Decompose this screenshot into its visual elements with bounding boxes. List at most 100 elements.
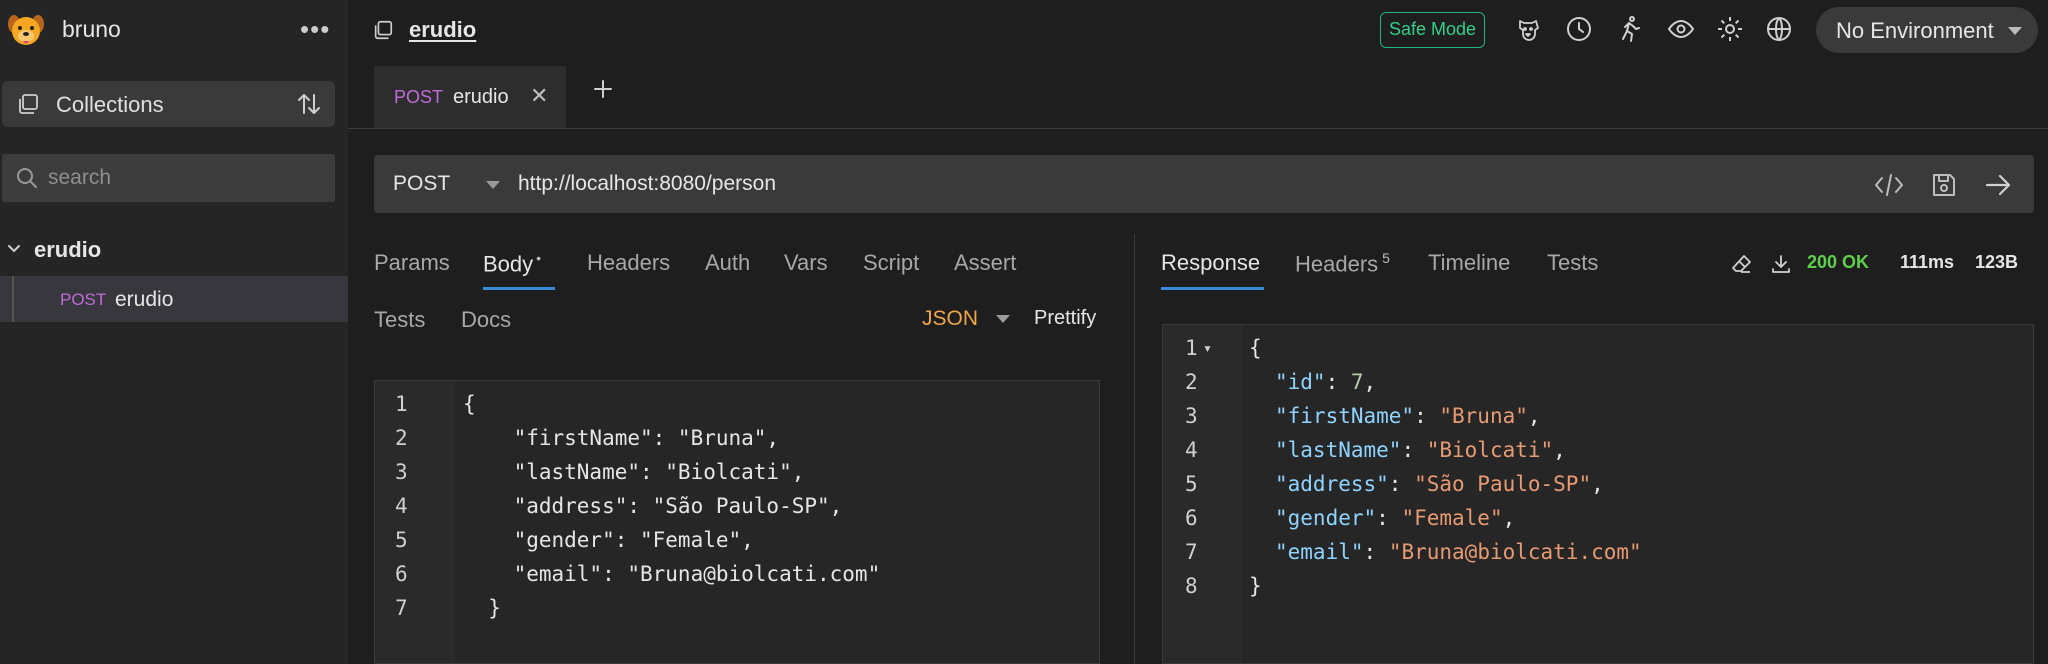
environment-select[interactable]: No Environment	[1816, 7, 2038, 53]
method-select[interactable]: POST	[393, 172, 450, 196]
json-field-line: "email": "Bruna@biolcati.com"	[1275, 540, 1642, 564]
collection-tree-item[interactable]: erudio	[34, 237, 101, 263]
request-name: erudio	[115, 288, 174, 311]
tab-assert[interactable]: Assert	[954, 250, 1016, 276]
collection-title[interactable]: erudio	[409, 17, 476, 43]
line-number: 6	[1185, 506, 1198, 530]
sort-icon[interactable]	[296, 91, 322, 117]
code-line: "email": "Bruna@biolcati.com"	[463, 562, 881, 586]
code-line: }	[1249, 574, 1262, 598]
json-field-line: "address": "São Paulo-SP",	[1275, 472, 1604, 496]
response-time: 111ms	[1900, 252, 1955, 272]
json-comma: ,	[1527, 404, 1541, 428]
bruno-dog-icon[interactable]	[1514, 15, 1542, 43]
eye-icon[interactable]	[1667, 15, 1695, 43]
response-size: 123B	[1975, 252, 2019, 272]
active-tab-indicator	[483, 287, 555, 290]
tab-response-tests[interactable]: Tests	[1547, 250, 1598, 276]
caret-down-icon[interactable]	[996, 315, 1010, 323]
caret-down-icon[interactable]	[486, 181, 500, 189]
request-tab[interactable]: POST erudio ✕	[374, 66, 566, 128]
caret-down-icon	[2008, 27, 2022, 35]
tab-timeline[interactable]: Timeline	[1428, 250, 1510, 276]
line-number: 5	[395, 528, 408, 552]
json-comma: ,	[1502, 506, 1516, 530]
chevron-down-icon[interactable]	[6, 241, 22, 257]
tab-response[interactable]: Response	[1161, 250, 1260, 276]
tab-headers[interactable]: Headers	[587, 250, 670, 276]
save-icon[interactable]	[1930, 171, 1958, 199]
gear-icon[interactable]	[1716, 15, 1744, 43]
url-input[interactable]: http://localhost:8080/person	[518, 172, 776, 196]
line-number: 3	[1185, 404, 1198, 428]
json-field-line: "lastName": "Biolcati",	[1275, 438, 1566, 462]
tab-vars[interactable]: Vars	[784, 250, 828, 276]
headers-count-badge: 5	[1382, 250, 1390, 266]
tab-body[interactable]: Body •	[483, 250, 541, 277]
method-badge: POST	[394, 87, 444, 107]
runner-icon[interactable]	[1616, 15, 1644, 43]
tab-tests[interactable]: Tests	[374, 307, 425, 333]
tab-params[interactable]: Params	[374, 250, 450, 276]
line-number: 1	[1185, 336, 1198, 360]
sidebar: bruno ••• Collections e	[0, 0, 348, 664]
modified-indicator: •	[536, 250, 542, 266]
request-tree-item[interactable]: POST erudio	[0, 276, 348, 322]
line-number: 8	[1185, 574, 1198, 598]
pane-divider[interactable]	[1134, 234, 1135, 664]
safe-mode-toggle[interactable]: Safe Mode	[1380, 12, 1486, 48]
send-arrow-icon[interactable]	[1984, 172, 2012, 198]
download-icon[interactable]	[1770, 253, 1792, 275]
json-comma: ,	[1553, 438, 1566, 462]
url-bar: POST http://localhost:8080/person	[374, 155, 2034, 213]
json-value: "Female"	[1401, 506, 1503, 530]
line-number-gutter: 1 ▾ 2 3 4 5 6 7 8	[1163, 325, 1243, 663]
request-tab-label: erudio	[453, 86, 509, 108]
line-number: 3	[395, 460, 408, 484]
code-line: "address": "São Paulo-SP",	[463, 494, 843, 518]
request-body-editor[interactable]: 1 2 3 4 5 6 7 { "firstName": "Bruna", "l…	[374, 380, 1100, 664]
search-input[interactable]	[48, 154, 328, 202]
json-field-line: "firstName": "Bruna",	[1275, 404, 1541, 428]
json-key: "id"	[1275, 370, 1326, 394]
line-number: 4	[1185, 438, 1198, 462]
json-comma: ,	[1591, 472, 1604, 496]
line-number: 4	[395, 494, 408, 518]
json-key: "address"	[1275, 472, 1389, 496]
json-value: "Bruna@biolcati.com"	[1388, 540, 1642, 564]
line-number: 5	[1185, 472, 1198, 496]
environment-label: No Environment	[1836, 18, 1994, 43]
more-options-icon[interactable]: •••	[300, 14, 330, 45]
json-field-line: "gender": "Female",	[1275, 506, 1516, 530]
tab-script[interactable]: Script	[863, 250, 919, 276]
code-line: "gender": "Female",	[463, 528, 754, 552]
tab-auth[interactable]: Auth	[705, 250, 750, 276]
search-icon	[16, 167, 38, 189]
json-comma: ,	[1363, 370, 1377, 394]
eraser-icon[interactable]	[1731, 253, 1753, 275]
json-value: 7	[1350, 370, 1364, 394]
line-number-gutter: 1 2 3 4 5 6 7	[375, 381, 455, 663]
code-line: }	[463, 596, 501, 620]
tab-response-headers-label: Headers	[1295, 251, 1379, 277]
clock-icon[interactable]	[1565, 15, 1593, 43]
tab-response-headers[interactable]: Headers 5	[1295, 250, 1390, 277]
line-number: 2	[1185, 370, 1198, 394]
response-body-viewer[interactable]: 1 ▾ 2 3 4 5 6 7 8 { "id": 7, "firstName"…	[1162, 324, 2034, 664]
code-icon[interactable]	[1874, 172, 1904, 198]
json-field-line: "id": 7,	[1275, 370, 1377, 394]
bruno-logo-icon	[6, 10, 46, 50]
globe-icon[interactable]	[1765, 15, 1793, 43]
prettify-button[interactable]: Prettify	[1034, 307, 1096, 330]
code-line: "firstName": "Bruna",	[463, 426, 780, 450]
collections-button[interactable]: Collections	[2, 81, 335, 127]
json-key: "gender"	[1275, 506, 1377, 530]
tab-docs[interactable]: Docs	[461, 307, 511, 333]
plus-icon[interactable]	[592, 78, 614, 100]
active-tab-indicator	[1161, 287, 1264, 290]
body-mode-select[interactable]: JSON	[922, 307, 978, 331]
collections-label: Collections	[56, 92, 164, 117]
close-icon[interactable]: ✕	[530, 83, 548, 109]
fold-icon[interactable]: ▾	[1203, 339, 1212, 357]
tab-body-label: Body	[483, 251, 534, 277]
